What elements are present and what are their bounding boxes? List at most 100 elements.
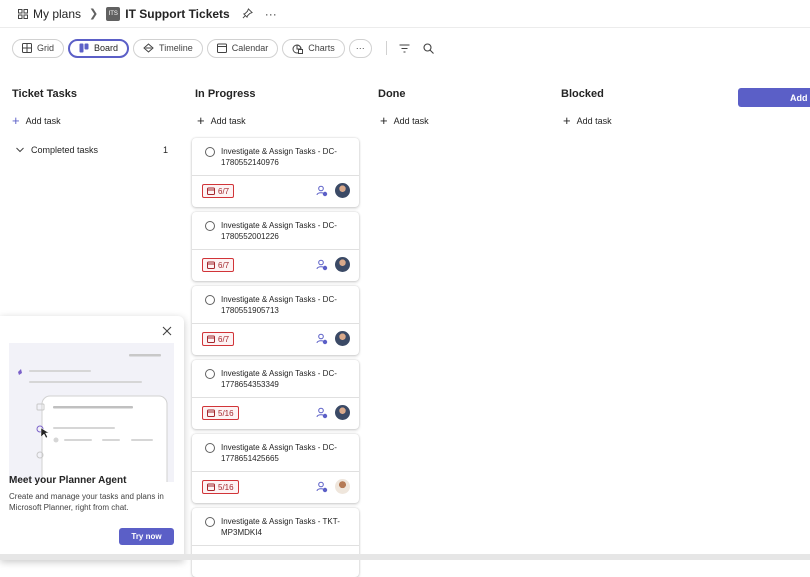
tab-charts-label: Charts xyxy=(308,43,335,53)
complete-task-radio[interactable] xyxy=(205,295,215,305)
add-task-label: Add task xyxy=(25,116,61,126)
task-title: Investigate & Assign Tasks - DC-17786514… xyxy=(221,443,337,463)
bucket-blocked: Blocked + Add task xyxy=(561,88,731,128)
tab-charts[interactable]: Charts xyxy=(282,38,345,58)
chevron-right-icon: ❯ xyxy=(89,8,99,20)
due-date: 5/16 xyxy=(218,408,234,418)
card-divider xyxy=(192,545,359,546)
avatar[interactable] xyxy=(335,331,350,346)
bucket-ticket-tasks: Ticket Tasks + Add task Completed tasks … xyxy=(12,88,182,157)
charts-icon xyxy=(292,43,304,54)
more-options-icon[interactable]: ··· xyxy=(265,7,277,21)
due-date-badge[interactable]: 5/16 xyxy=(202,406,239,420)
breadcrumb-my-plans[interactable]: My plans xyxy=(18,7,81,21)
task-title: Investigate & Assign Tasks - DC-17805521… xyxy=(221,147,337,167)
add-task-button[interactable]: + Add task xyxy=(12,114,182,128)
add-bucket-button[interactable]: Add b xyxy=(738,88,810,107)
agent-panel-title: Meet your Planner Agent xyxy=(9,475,127,486)
completed-count: 1 xyxy=(162,145,168,155)
try-now-button[interactable]: Try now xyxy=(119,528,174,545)
task-card[interactable]: Investigate & Assign Tasks - DC-17805521… xyxy=(192,138,359,207)
add-task-label: Add task xyxy=(393,116,429,126)
due-date-badge[interactable]: 6/7 xyxy=(202,184,235,198)
bucket-title[interactable]: Blocked xyxy=(561,88,731,108)
task-card[interactable]: Investigate & Assign Tasks - DC-17805520… xyxy=(192,212,359,281)
planner-agent-panel: Meet your Planner Agent Create and manag… xyxy=(0,316,184,560)
add-task-button[interactable]: + Add task xyxy=(195,114,365,128)
calendar-icon xyxy=(207,409,215,417)
chevron-down-icon xyxy=(16,147,24,153)
calendar-icon xyxy=(207,483,215,491)
card-divider xyxy=(192,323,359,324)
tab-timeline[interactable]: Timeline xyxy=(133,38,203,58)
plus-icon: + xyxy=(12,113,20,128)
assign-person-icon[interactable] xyxy=(316,259,328,271)
timeline-icon xyxy=(143,43,154,53)
avatar[interactable] xyxy=(335,479,350,494)
task-card[interactable]: Investigate & Assign Tasks - DC-17786543… xyxy=(192,360,359,429)
complete-task-radio[interactable] xyxy=(205,147,215,157)
breadcrumb-plan[interactable]: ITS IT Support Tickets xyxy=(106,6,230,21)
bucket-title[interactable]: Done xyxy=(378,88,548,108)
due-date-badge[interactable]: 6/7 xyxy=(202,332,235,346)
card-divider xyxy=(192,397,359,398)
close-icon[interactable] xyxy=(162,326,172,336)
task-card[interactable]: Investigate & Assign Tasks - DC-17786514… xyxy=(192,434,359,503)
add-task-label: Add task xyxy=(210,116,246,126)
due-date-badge[interactable]: 5/16 xyxy=(202,480,239,494)
breadcrumb-root-label: My plans xyxy=(33,6,82,21)
bucket-done: Done + Add task xyxy=(378,88,548,128)
due-date-badge[interactable]: 6/7 xyxy=(202,258,235,272)
bucket-title[interactable]: Ticket Tasks xyxy=(12,88,182,108)
calendar-icon xyxy=(216,43,227,53)
tab-board-label: Board xyxy=(94,43,119,53)
complete-task-radio[interactable] xyxy=(205,517,215,527)
tab-grid[interactable]: Grid xyxy=(12,38,65,58)
pin-icon[interactable] xyxy=(242,8,253,19)
card-divider xyxy=(192,175,359,176)
board-icon xyxy=(79,43,89,53)
card-divider xyxy=(192,471,359,472)
bucket-title[interactable]: In Progress xyxy=(195,88,365,108)
add-task-label: Add task xyxy=(576,116,612,126)
add-task-button[interactable]: + Add task xyxy=(561,114,731,128)
assign-person-icon[interactable] xyxy=(316,407,328,419)
plan-badge: ITS xyxy=(106,6,121,21)
task-card[interactable]: Investigate & Assign Tasks - TKT-MP3MDKI… xyxy=(192,508,359,577)
tab-calendar-label: Calendar xyxy=(231,43,269,53)
due-date: 6/7 xyxy=(218,186,230,196)
apps-grid-icon xyxy=(18,8,28,19)
add-task-button[interactable]: + Add task xyxy=(378,114,548,128)
task-title: Investigate & Assign Tasks - DC-17786543… xyxy=(221,369,337,389)
agent-panel-description: Create and manage your tasks and plans i… xyxy=(9,492,164,512)
toolbar-divider xyxy=(385,41,387,55)
assign-person-icon[interactable] xyxy=(316,481,328,493)
calendar-icon xyxy=(207,187,215,195)
tab-calendar[interactable]: Calendar xyxy=(206,38,279,58)
calendar-icon xyxy=(207,261,215,269)
due-date: 6/7 xyxy=(218,334,230,344)
assign-person-icon[interactable] xyxy=(316,333,328,345)
plus-icon: + xyxy=(197,113,205,128)
horizontal-scrollbar[interactable] xyxy=(0,554,810,560)
tab-board[interactable]: Board xyxy=(68,38,130,58)
card-divider xyxy=(192,249,359,250)
complete-task-radio[interactable] xyxy=(205,369,215,379)
bucket-in-progress: In Progress + Add task xyxy=(195,88,365,128)
avatar[interactable] xyxy=(335,257,350,272)
completed-tasks-toggle[interactable]: Completed tasks 1 xyxy=(12,143,182,157)
plus-icon: + xyxy=(380,113,388,128)
more-views-button[interactable]: ··· xyxy=(348,38,372,58)
search-icon[interactable] xyxy=(423,42,434,54)
view-toolbar: Grid Board Timeline Calendar Charts ··· xyxy=(12,38,434,58)
complete-task-radio[interactable] xyxy=(205,443,215,453)
assign-person-icon[interactable] xyxy=(316,185,328,197)
plus-icon: + xyxy=(563,113,571,128)
complete-task-radio[interactable] xyxy=(205,221,215,231)
filter-icon[interactable] xyxy=(399,44,410,53)
task-card[interactable]: Investigate & Assign Tasks - DC-17805519… xyxy=(192,286,359,355)
avatar[interactable] xyxy=(335,183,350,198)
avatar[interactable] xyxy=(335,405,350,420)
agent-illustration xyxy=(9,343,174,482)
task-title: Investigate & Assign Tasks - TKT-MP3MDKI… xyxy=(221,517,340,537)
